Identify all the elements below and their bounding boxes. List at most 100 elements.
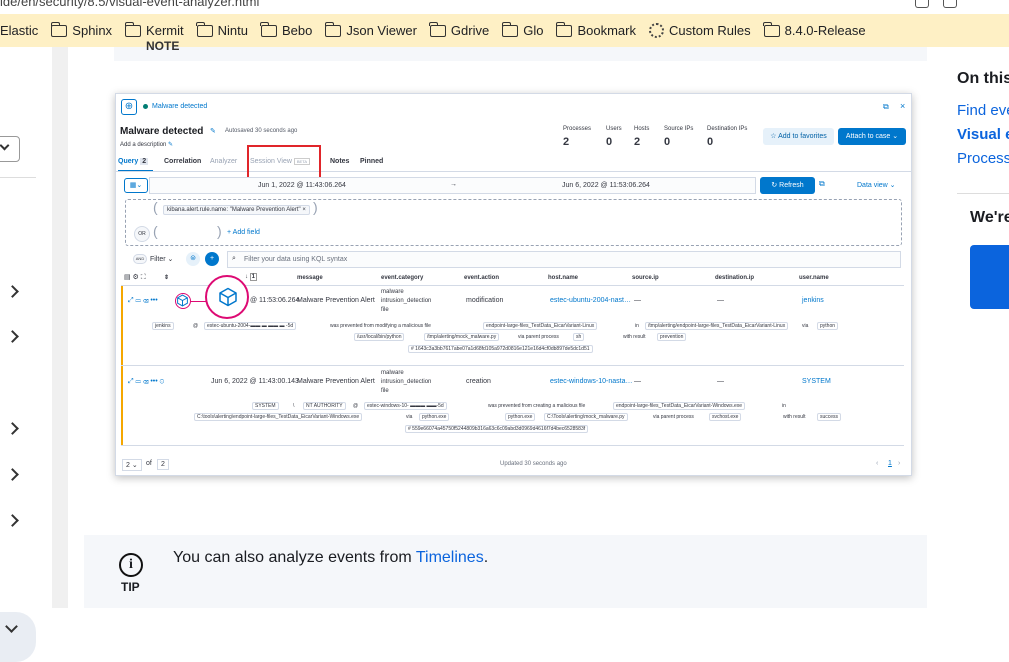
refresh-button[interactable]: ↻ Refresh bbox=[760, 177, 815, 194]
stat-source-ips-value: 0 bbox=[664, 136, 671, 148]
pagination-prev[interactable]: ‹ bbox=[876, 460, 878, 467]
bookmark-json-viewer[interactable]: Json Viewer bbox=[324, 21, 417, 38]
version-select[interactable] bbox=[0, 136, 20, 162]
filter-options-icon[interactable]: ⊜ bbox=[186, 252, 200, 266]
row-actions[interactable]: ⤢ ▭ ⌫ ••• ⊙ bbox=[128, 378, 164, 386]
row2-detail-host: estec-windows-10- ▬▬▬ ▬▬-5d bbox=[364, 402, 447, 410]
folder-icon bbox=[501, 21, 519, 37]
column-sort-icon[interactable]: ⇕ bbox=[164, 274, 169, 281]
bookmark-sphinx[interactable]: Sphinx bbox=[50, 21, 112, 38]
stat-hosts-value: 2 bbox=[634, 136, 641, 148]
row-highlight bbox=[121, 286, 123, 366]
nav-collapse-pill[interactable] bbox=[0, 612, 36, 662]
bookmark-glo[interactable]: Glo bbox=[501, 21, 543, 38]
row2-action: creation bbox=[466, 378, 491, 385]
bookmark-elastic[interactable]: Elastic bbox=[0, 23, 38, 38]
toc-link-process[interactable]: Process bbox=[957, 150, 1009, 167]
date-start[interactable]: Jun 1, 2022 @ 11:43:06.264 bbox=[258, 182, 346, 189]
row1-action: modification bbox=[466, 297, 504, 304]
add-filter-icon[interactable]: + bbox=[205, 252, 219, 266]
page-size-select[interactable]: 2 ⌄ bbox=[122, 459, 142, 471]
close-icon[interactable]: × bbox=[900, 101, 905, 111]
stat-destination-ips-label: Destination IPs bbox=[707, 126, 748, 132]
row2-category: malware intrusion_detection file bbox=[381, 370, 432, 394]
pagination-page[interactable]: 1 bbox=[888, 460, 892, 467]
chevron-right-icon[interactable] bbox=[6, 514, 19, 527]
tip-text: You can also analyze events from Timelin… bbox=[173, 549, 489, 566]
timeline-icon[interactable]: ⊕ bbox=[121, 99, 137, 115]
date-end[interactable]: Jun 6, 2022 @ 11:53:06.264 bbox=[562, 182, 650, 189]
timeline-screenshot: ⊕ Malware detected ⧉ × Malware detected … bbox=[115, 93, 912, 476]
col-host-name[interactable]: host.name bbox=[548, 275, 578, 281]
row-divider bbox=[121, 365, 904, 366]
col-source-ip[interactable]: source.ip bbox=[632, 275, 659, 281]
add-description[interactable]: Add a description ✎ bbox=[120, 141, 173, 148]
promo-banner[interactable] bbox=[970, 245, 1009, 309]
tab-pinned[interactable]: Pinned bbox=[360, 158, 383, 165]
row1-user[interactable]: jenkins bbox=[802, 297, 824, 304]
tab-notes[interactable]: Notes bbox=[330, 158, 349, 165]
extension-icon[interactable] bbox=[943, 0, 957, 8]
row1-host[interactable]: estec-ubuntu-2004-nast… bbox=[550, 297, 631, 304]
col-message[interactable]: message bbox=[297, 275, 323, 281]
chevron-right-icon[interactable] bbox=[6, 285, 19, 298]
chevron-right-icon[interactable] bbox=[6, 330, 19, 343]
arrow-right-icon: → bbox=[450, 181, 457, 188]
timelines-link[interactable]: Timelines bbox=[416, 549, 484, 566]
bookmark-nintu[interactable]: Nintu bbox=[196, 21, 248, 38]
data-view-select[interactable]: Data view ⌄ bbox=[857, 181, 896, 189]
toc-link-visual-event[interactable]: Visual e bbox=[957, 126, 1009, 143]
kql-search-input[interactable]: ⌕ Filter your data using KQL syntax bbox=[227, 251, 901, 268]
tab-query[interactable]: Query 2 bbox=[118, 158, 149, 165]
bookmark-bebo[interactable]: Bebo bbox=[260, 21, 312, 38]
bookmark-bookmark[interactable]: Bookmark bbox=[555, 21, 636, 38]
attach-to-case-button[interactable]: Attach to case ⌄ bbox=[838, 128, 906, 145]
bookmark-custom-rules[interactable]: Custom Rules bbox=[648, 23, 751, 38]
query-builder: ( kibana.alert.rule.name: "Malware Preve… bbox=[125, 199, 902, 246]
row1-time: @ 11:53:06.264 bbox=[250, 297, 300, 304]
pagination-next[interactable]: › bbox=[898, 460, 900, 467]
bookmark-gdrive[interactable]: Gdrive bbox=[429, 21, 489, 38]
pencil-icon[interactable]: ✎ bbox=[210, 127, 216, 135]
tip-label: TIP bbox=[121, 580, 140, 594]
calendar-icon[interactable]: ▦⌄ bbox=[124, 178, 148, 193]
filter-select[interactable]: Filter ⌄ bbox=[150, 255, 173, 263]
toc-link-find-events[interactable]: Find eve bbox=[957, 102, 1009, 119]
filter-pill[interactable]: kibana.alert.rule.name: "Malware Prevent… bbox=[163, 205, 310, 215]
note-card: NOTE bbox=[114, 39, 927, 61]
row2-dest: — bbox=[717, 378, 724, 385]
col-event-action[interactable]: event.action bbox=[464, 275, 499, 281]
tab-correlation[interactable]: Correlation bbox=[164, 158, 201, 165]
fullscreen-icon[interactable]: ⧉ bbox=[883, 102, 889, 112]
row1-detail-prevention: prevention bbox=[657, 333, 687, 341]
row2-detail-parent: via parent process bbox=[653, 414, 694, 420]
chevron-down-icon bbox=[0, 140, 10, 151]
address-bar[interactable]: ide/en/security/8.5/visual-event-analyze… bbox=[0, 0, 1009, 14]
add-field-link[interactable]: + Add field bbox=[227, 229, 260, 236]
tab-divider bbox=[116, 171, 911, 172]
date-picker[interactable]: Jun 1, 2022 @ 11:43:06.264 → Jun 6, 2022… bbox=[149, 177, 756, 194]
table-toolbar-icons[interactable]: ▤ ⚙ ⛶ bbox=[124, 273, 146, 282]
row2-detail-proc: python.exe bbox=[419, 413, 450, 421]
analyze-event-icon[interactable] bbox=[175, 293, 191, 309]
chevron-right-icon[interactable] bbox=[6, 468, 19, 481]
col-user-name[interactable]: user.name bbox=[799, 275, 829, 281]
download-icon[interactable] bbox=[915, 0, 929, 8]
col-event-category[interactable]: event.category bbox=[381, 275, 423, 281]
row2-host[interactable]: estec-windows-10-nasta… bbox=[550, 378, 632, 385]
cube-icon bbox=[219, 287, 237, 307]
folder-icon bbox=[124, 21, 142, 37]
bookmark-840-release[interactable]: 8.4.0-Release bbox=[763, 21, 866, 38]
bookmark-kermit[interactable]: Kermit bbox=[124, 21, 184, 38]
add-to-favorites-button[interactable]: ☆ Add to favorites bbox=[763, 128, 834, 145]
col-destination-ip[interactable]: destination.ip bbox=[715, 275, 754, 281]
row2-user[interactable]: SYSTEM bbox=[802, 378, 831, 385]
url-text: ide/en/security/8.5/visual-event-analyze… bbox=[0, 0, 260, 9]
tab-analyzer[interactable]: Analyzer bbox=[210, 158, 237, 165]
row-divider bbox=[121, 445, 904, 446]
chevron-right-icon[interactable] bbox=[6, 422, 19, 435]
sort-indicator[interactable]: ↓ 1 bbox=[245, 273, 258, 281]
scrollbar[interactable] bbox=[52, 47, 68, 608]
share-icon[interactable]: ⧉ bbox=[819, 179, 825, 189]
row-actions[interactable]: ⤢ ▭ ⌫ ••• bbox=[128, 297, 158, 305]
